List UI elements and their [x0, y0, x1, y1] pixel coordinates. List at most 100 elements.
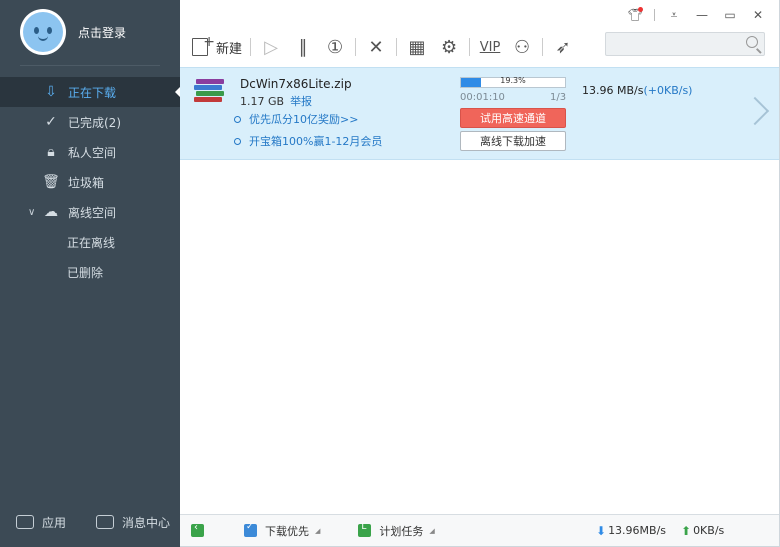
apps-label: 应用: [42, 515, 67, 530]
message-center-label: 消息中心: [122, 515, 171, 530]
minimize-icon: —: [696, 8, 708, 22]
sidebar-item-label: 正在下载: [68, 85, 117, 100]
arrow-down-icon: ⬇: [596, 523, 607, 538]
sidebar-item-offline-deleted[interactable]: 已删除: [0, 257, 180, 287]
download-priority-dropdown[interactable]: ✓ 下载优先 ◢: [244, 522, 321, 539]
lock-icon: 🔒︎: [47, 144, 55, 160]
download-speed: 13.96 MB/s(+0KB/s): [582, 84, 692, 97]
chevron-left-icon: ‹: [194, 522, 198, 533]
promo-text: 开宝箱100%赢1-12月会员: [249, 135, 383, 148]
up-speed-value: 0KB/s: [693, 524, 725, 537]
delete-x-icon: ✕: [368, 36, 384, 58]
qr-code-button[interactable]: ▦: [405, 34, 429, 60]
file-size-line: 1.17 GB 举报: [240, 93, 312, 109]
segment-count: 1/3: [550, 92, 567, 103]
chat-bubble-icon: [96, 515, 115, 529]
scheduled-task-dropdown[interactable]: L 计划任务 ◢: [358, 522, 435, 539]
total-upload-speed: ⬆ 0KB/s: [681, 524, 724, 538]
speed-extra: (+0KB/s): [643, 84, 693, 97]
single-task-button[interactable]: ①: [323, 34, 347, 60]
file-name: DcWin7x86Lite.zip: [240, 77, 352, 91]
divider: [654, 9, 655, 21]
divider: [396, 38, 398, 56]
sidebar-item-private-space[interactable]: 🔒︎ 私人空间: [0, 137, 180, 167]
maximize-icon: ▭: [724, 8, 736, 22]
archive-file-icon: [194, 79, 224, 103]
message-center-button[interactable]: 消息中心: [96, 514, 170, 531]
start-button[interactable]: ▷: [259, 34, 283, 60]
plan-label: 计划任务: [379, 524, 424, 538]
progress-percent: 19.3%: [500, 76, 526, 85]
schedule-icon: L: [358, 522, 372, 537]
download-task-row[interactable]: DcWin7x86Lite.zip 1.17 GB 举报 优先瓜分10亿奖励>> …: [180, 67, 779, 160]
gear-icon: ⚙: [440, 36, 458, 58]
menu-icon: ⩡: [670, 7, 678, 22]
divider: [355, 38, 357, 56]
dropdown-triangle-icon: ◢: [315, 526, 321, 535]
sidebar-item-label: 离线空间: [68, 205, 117, 220]
report-link[interactable]: 举报: [290, 95, 312, 108]
status-bar: ‹ ✓ 下载优先 ◢ L 计划任务 ◢ ⬇ 13.96MB/s ⬆ 0KB/s: [180, 514, 779, 546]
divider: [542, 38, 544, 56]
total-download-speed: ⬇ 13.96MB/s: [596, 524, 666, 538]
play-icon: ▷: [264, 36, 278, 58]
vip-label: VIP: [479, 39, 501, 55]
bullet-circle-icon: [234, 115, 241, 123]
minimize-button[interactable]: —: [693, 6, 711, 24]
pause-button[interactable]: ∥: [291, 34, 315, 60]
gift-button[interactable]: ⚇: [510, 34, 534, 60]
sidebar-nav: ⇩ 正在下载 ✓ 已完成(2) 🔒︎ 私人空间 🗑︎ 垃圾箱 ∨ ☁︎ 离线空间…: [0, 77, 181, 287]
chevron-down-icon[interactable]: ∨: [28, 207, 35, 218]
chevron-right-icon[interactable]: [745, 96, 761, 126]
login-link[interactable]: 点击登录: [78, 24, 126, 41]
promo-link-reward[interactable]: 优先瓜分10亿奖励>>: [234, 111, 358, 127]
menu-button[interactable]: ⩡: [665, 6, 683, 24]
sidebar-item-completed[interactable]: ✓ 已完成(2): [0, 107, 180, 137]
profile-area: 点击登录: [20, 0, 160, 66]
settings-button[interactable]: ⚙: [437, 34, 461, 60]
sidebar-footer: 应用 消息中心: [0, 497, 180, 547]
avatar-face-icon: [23, 12, 63, 52]
apps-button[interactable]: 应用: [16, 514, 66, 531]
divider: [469, 38, 471, 56]
window-controls: 👕︎ ⩡ — ▭ ✕: [626, 0, 779, 30]
check-circle-icon: ✓: [45, 114, 57, 130]
close-button[interactable]: ✕: [749, 6, 767, 24]
vip-button[interactable]: VIP: [478, 34, 502, 60]
sidebar-item-downloading[interactable]: ⇩ 正在下载: [0, 77, 181, 107]
collapse-sidebar-button[interactable]: ‹: [191, 522, 204, 537]
qr-code-icon: ▦: [408, 36, 426, 58]
sidebar-item-label: 已完成(2): [68, 115, 121, 130]
sidebar-item-offline-in-progress[interactable]: 正在离线: [0, 227, 180, 257]
cloud-download-icon: ☁︎: [44, 204, 58, 220]
dropdown-triangle-icon: ◢: [429, 526, 435, 535]
promo-link-treasure[interactable]: 开宝箱100%赢1-12月会员: [234, 133, 382, 149]
try-high-speed-button[interactable]: 试用高速通道: [460, 108, 566, 128]
new-task-button[interactable]: 新建: [192, 34, 242, 60]
notification-dot: [638, 7, 643, 12]
search-input[interactable]: [605, 32, 765, 56]
main-panel: 👕︎ ⩡ — ▭ ✕ 新建 ▷ ∥ ① ✕ ▦ ⚙ VIP ⚇ ➶: [180, 0, 780, 547]
skin-button[interactable]: 👕︎: [626, 6, 644, 24]
sidebar-item-label: 私人空间: [68, 145, 117, 160]
avatar[interactable]: [20, 9, 66, 55]
maximize-button[interactable]: ▭: [721, 6, 739, 24]
down-speed-value: 13.96MB/s: [608, 524, 667, 537]
close-icon: ✕: [752, 8, 764, 22]
bullet-circle-icon: [234, 137, 241, 145]
speed-mode-button[interactable]: ➶: [551, 34, 575, 60]
new-file-icon: [192, 34, 215, 56]
sidebar-item-label: 正在离线: [67, 235, 116, 250]
offline-accelerate-button[interactable]: 离线下载加速: [460, 131, 566, 151]
arrow-up-icon: ⬆: [681, 523, 692, 538]
search-icon[interactable]: [746, 36, 758, 48]
delete-button[interactable]: ✕: [364, 34, 388, 60]
priority-label: 下载优先: [265, 524, 309, 538]
sidebar: 点击登录 ⇩ 正在下载 ✓ 已完成(2) 🔒︎ 私人空间 🗑︎ 垃圾箱 ∨ ☁︎…: [0, 0, 181, 547]
numbered-circle-icon: ①: [326, 36, 344, 58]
sidebar-item-trash[interactable]: 🗑︎ 垃圾箱: [0, 167, 180, 197]
sidebar-item-offline-space[interactable]: ∨ ☁︎ 离线空间: [0, 197, 180, 227]
sidebar-item-label: 垃圾箱: [68, 175, 105, 190]
pause-icon: ∥: [298, 36, 308, 58]
wing-icon: ➶: [555, 36, 571, 58]
